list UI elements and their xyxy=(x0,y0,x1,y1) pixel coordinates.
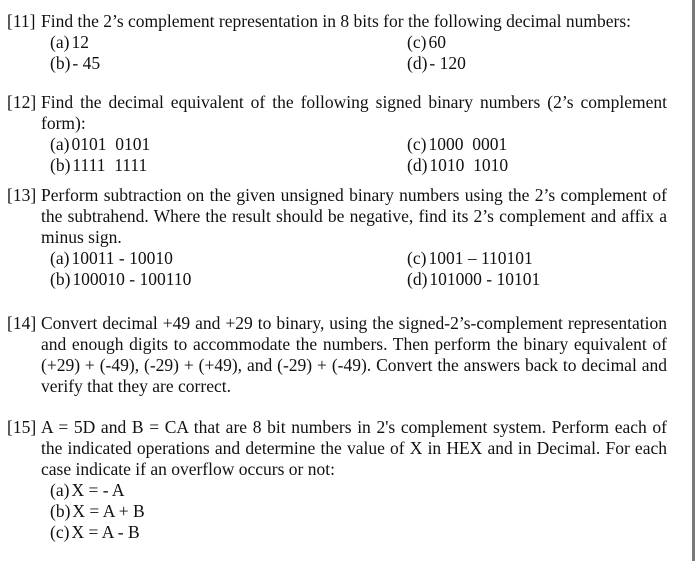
problem-11: [11] Find the 2’s complement representat… xyxy=(7,11,667,74)
item-a: (a) X = - A xyxy=(50,480,125,500)
item-c: (c) X = A - B xyxy=(50,522,140,542)
item-c: (c) 60 xyxy=(407,32,446,52)
problem-stem: Find the 2’s complement representation i… xyxy=(41,11,632,31)
problem-12: [12] Find the decimal equivalent of the … xyxy=(7,92,667,176)
problem-stem: A = 5D and B = CA that are 8 bit numbers… xyxy=(41,417,667,479)
problem-number: [13] xyxy=(7,185,37,205)
problem-stem: Perform subtraction on the given unsigne… xyxy=(41,185,667,247)
problem-items: (a) X = - A (b) X = A + B (c) X = A - B xyxy=(50,480,667,543)
problem-items: (a) 0101 0101 (c) 1000 0001 (b) 1111 1111 (… xyxy=(50,134,667,176)
item-d: (d) 1010 1010 xyxy=(407,155,509,175)
item-d: (d) - 120 xyxy=(407,53,466,73)
problem-number: [12] xyxy=(7,92,37,112)
problem-stem: Convert decimal +49 and +29 to binary, u… xyxy=(41,313,667,396)
problem-items: (a) 12 (c) 60 (b) - 45 (d) - 120 xyxy=(50,32,667,74)
right-border-rule xyxy=(692,0,695,561)
item-c: (c) 1000 0001 xyxy=(407,134,508,154)
item-a: (a) 0101 0101 xyxy=(50,134,151,154)
item-b: (b) - 45 xyxy=(50,53,101,73)
item-a: (a) 12 xyxy=(50,32,89,52)
item-b: (b) X = A + B xyxy=(50,501,145,521)
item-d: (d) 101000 - 10101 xyxy=(407,269,541,289)
problem-number: [11] xyxy=(7,11,36,31)
problem-number: [14] xyxy=(7,313,37,333)
problem-13: [13] Perform subtraction on the given un… xyxy=(7,185,667,290)
problem-15: [15] A = 5D and B = CA that are 8 bit nu… xyxy=(7,417,667,543)
item-b: (b) 100010 - 100110 xyxy=(50,269,192,289)
problem-14: [14] Convert decimal +49 and +29 to bina… xyxy=(7,313,667,397)
problem-stem: Find the decimal equivalent of the follo… xyxy=(41,92,667,133)
item-c: (c) 1001 – 110101 xyxy=(407,248,533,268)
item-b: (b) 1111 1111 xyxy=(50,155,148,175)
problem-number: [15] xyxy=(7,417,37,437)
problem-items: (a) 10011 - 10010 (c) 1001 – 110101 (b) 100… xyxy=(50,248,667,290)
item-a: (a) 10011 - 10010 xyxy=(50,248,173,268)
